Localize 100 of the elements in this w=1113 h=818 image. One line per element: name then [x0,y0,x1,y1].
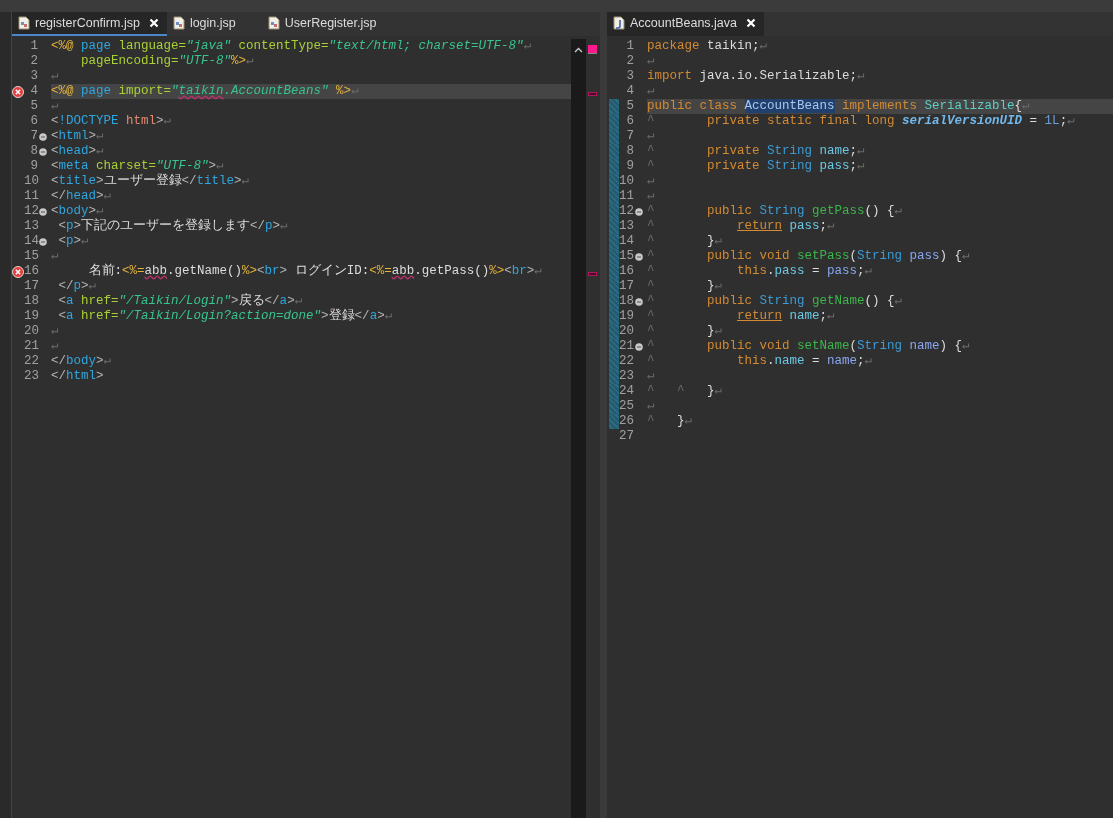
fold-icon[interactable] [39,237,47,246]
line-number: 13 [619,219,634,234]
editor-tab[interactable]: UserRegister.jsp [261,12,403,36]
code-line: ^ private String pass;↵ [647,159,866,174]
code-line: ^ private String name;↵ [647,144,866,159]
line-number: 18 [24,294,38,309]
code-line: ↵ [647,54,656,69]
line-number: 17 [619,279,634,294]
line-number: 14 [24,234,38,249]
line-number: 15 [619,249,634,264]
scroll-up-icon[interactable] [574,47,583,53]
jsp-file-icon [267,16,280,30]
code-line: 名前:<%=abb.getName()%><br> ログインID:<%=abb.getPass()%><br>↵ [87,264,543,279]
line-number: 4 [29,84,38,99]
line-number: 16 [619,264,634,279]
line-number: 12 [24,204,38,219]
line-number: 4 [625,84,634,99]
code-line: <html>↵ [51,129,105,144]
line-number: 21 [619,339,634,354]
code-line: ^ public void setPass(String pass) {↵ [647,249,971,264]
line-number: 5 [29,99,38,114]
error-icon[interactable] [12,265,24,278]
code-line: ↵ [51,324,60,339]
line-number: 23 [619,369,634,384]
code-line: ↵ [51,339,60,354]
line-number: 6 [29,114,38,129]
line-number: 23 [24,369,38,384]
code-line: ↵ [647,84,656,99]
code-line: ^ public void setName(String name) {↵ [647,339,971,354]
line-number: 5 [625,99,634,114]
line-number: 16 [24,264,38,279]
line-number: 25 [619,399,634,414]
code-line: import java.io.Serializable;↵ [647,69,866,84]
line-number: 8 [625,144,634,159]
code-line: <p>下記のユーザーを登録します</p>↵ [57,219,289,234]
fold-icon[interactable] [39,147,47,156]
code-line: <%@ page language="java" contentType="text/html; charset=UTF-8"↵ [51,39,533,54]
line-number: 22 [619,354,634,369]
editor-tab[interactable]: registerConfirm.jsp [12,12,167,36]
line-number: 22 [24,354,38,369]
code-line: ^ }↵ [647,279,724,294]
code-line: ^ public String getName() {↵ [647,294,904,309]
code-line: package taikin;↵ [647,39,769,54]
code-line: <p>↵ [57,234,90,249]
jsp-file-icon [18,16,30,30]
fold-icon[interactable] [39,132,47,141]
line-number: 2 [29,54,38,69]
line-number: 2 [625,54,634,69]
code-line: <head>↵ [51,144,105,159]
code-line: </body>↵ [51,354,113,369]
error-marker[interactable] [588,272,597,276]
line-number: 19 [619,309,634,324]
code-line: ↵ [647,129,656,144]
line-number: 24 [619,384,634,399]
code-line: pageEncoding="UTF-8"%>↵ [80,54,255,69]
code-line: ^ }↵ [647,234,724,249]
line-number: 14 [619,234,634,249]
jsp-file-icon [172,16,185,30]
line-number: 10 [619,174,634,189]
editor-tab[interactable]: AccountBeans.java [607,12,764,36]
line-number: 15 [24,249,38,264]
code-line: </head>↵ [51,189,113,204]
code-line: ↵ [647,399,656,414]
error-icon[interactable] [12,85,24,98]
line-number: 3 [29,69,38,84]
code-line: ^ this.name = name;↵ [647,354,874,369]
code-line: ^ return pass;↵ [647,219,836,234]
close-icon[interactable] [148,18,159,28]
fold-icon[interactable] [39,207,47,216]
line-number: 1 [29,39,38,54]
code-line: ^ this.pass = pass;↵ [647,264,874,279]
code-line: ^ ^ }↵ [647,384,724,399]
line-number: 18 [619,294,634,309]
line-number: 11 [24,189,38,204]
line-number: 27 [619,429,634,444]
code-line: ^ public String getPass() {↵ [647,204,904,219]
code-line: <!DOCTYPE html>↵ [51,114,173,129]
line-number: 3 [625,69,634,84]
fold-icon[interactable] [635,342,643,351]
java-file-icon [613,16,625,30]
code-line: ↵ [647,369,656,384]
code-line: ^ }↵ [647,324,724,339]
line-number: 6 [625,114,634,129]
line-number: 12 [619,204,634,219]
fold-icon[interactable] [635,207,643,216]
close-icon[interactable] [746,18,756,28]
line-number: 7 [625,129,634,144]
error-marker[interactable] [588,92,597,96]
fold-icon[interactable] [635,252,643,261]
code-line: ↵ [51,99,60,114]
code-line: ↵ [647,189,656,204]
line-number: 20 [619,324,634,339]
code-line: <meta charset="UTF-8">↵ [51,159,225,173]
code-line: ^ }↵ [647,414,694,429]
line-number: 20 [24,324,38,339]
code-line: <a href="/Taikin/Login">戻る</a>↵ [57,294,304,309]
line-number: 10 [24,174,38,189]
code-line: <a href="/Taikin/Login?action=done">登録</a>↵ [57,309,394,324]
editor-tab[interactable]: login.jsp [166,12,262,36]
fold-icon[interactable] [635,297,643,306]
